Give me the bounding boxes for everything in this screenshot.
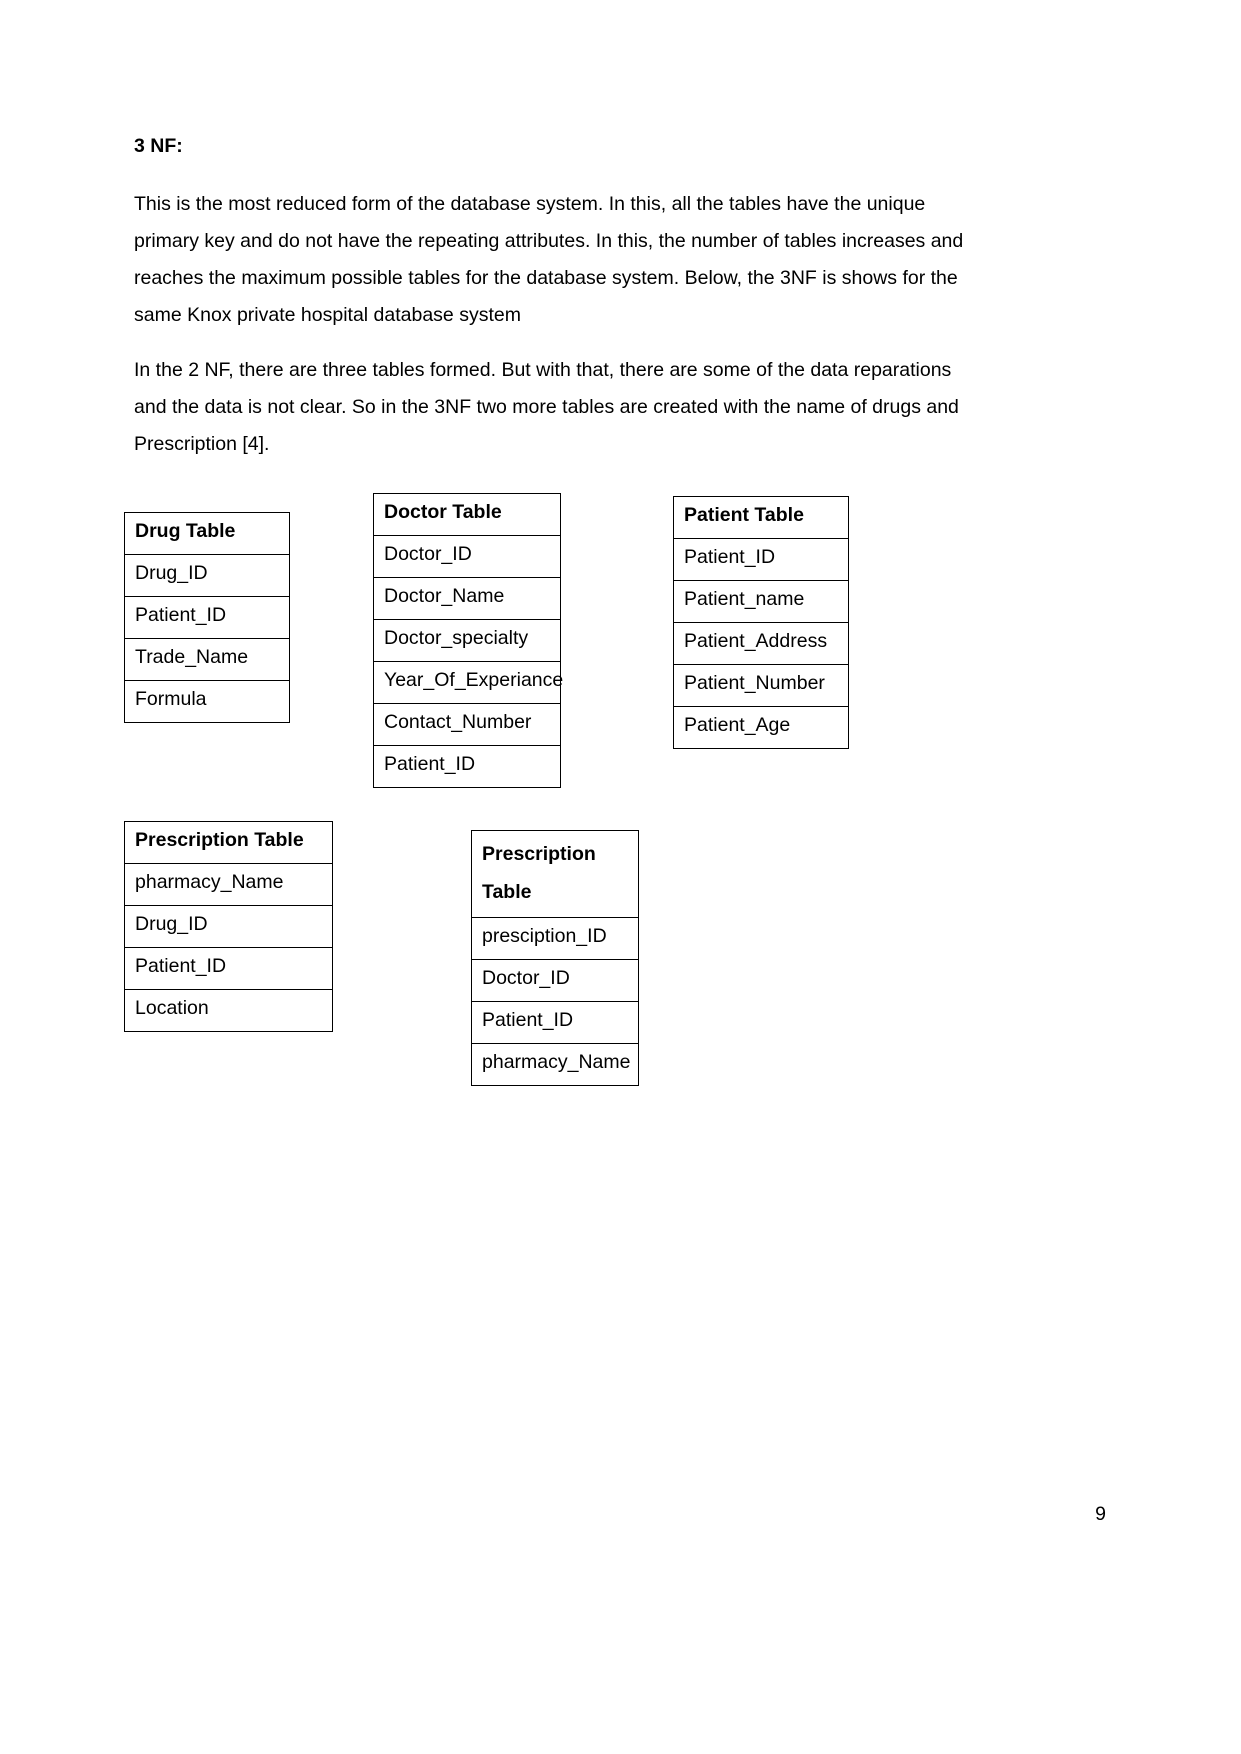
entity-title: Patient Table xyxy=(674,497,848,539)
entity-box-prescription-table-left: Prescription Table pharmacy_Name Drug_ID… xyxy=(124,821,333,1032)
entity-field: Year_Of_Experiance xyxy=(374,662,563,704)
entity-field: Patient_Age xyxy=(684,714,791,736)
entity-box-doctor-table: Doctor Table Doctor_ID Doctor_Name Docto… xyxy=(373,493,563,788)
entity-field: Location xyxy=(135,997,209,1019)
entity-field: pharmacy_Name xyxy=(482,1051,631,1073)
entity-field: presciption_ID xyxy=(472,918,638,960)
entity-field: Patient_Number xyxy=(674,665,848,707)
entity-field: Doctor_Name xyxy=(374,578,560,620)
entity-field: Contact_Number xyxy=(374,704,560,746)
entity-box-patient-table: Patient Table Patient_ID Patient_name Pa… xyxy=(673,496,849,749)
entity-box-prescription-table-right: Prescription Table presciption_ID Doctor… xyxy=(471,830,639,1086)
entity-field: Formula xyxy=(135,688,207,710)
paragraph-2: In the 2 NF, there are three tables form… xyxy=(134,359,959,456)
entity-field: Drug_ID xyxy=(125,555,289,597)
entity-field: Patient_ID xyxy=(384,753,476,775)
entity-field: Patient_name xyxy=(674,581,848,623)
page-number: 9 xyxy=(1095,1502,1106,1525)
entity-title: Drug Table xyxy=(125,513,289,555)
entity-field: Patient_ID xyxy=(125,948,332,990)
paragraph-1: This is the most reduced form of the dat… xyxy=(134,193,964,327)
entity-box-drug-table: Drug Table Drug_ID Patient_ID Trade_Name… xyxy=(124,512,290,723)
entity-title: Prescription Table xyxy=(125,822,332,864)
entity-title: Doctor Table xyxy=(374,494,560,536)
entity-field: pharmacy_Name xyxy=(125,864,332,906)
entity-field: Doctor_ID xyxy=(374,536,560,578)
entity-field: Patient_ID xyxy=(125,597,289,639)
entity-field: Patient_Address xyxy=(674,623,848,665)
entity-field: Patient_ID xyxy=(674,539,848,581)
entity-title-line-1: Prescription xyxy=(482,843,596,865)
document-page: 3 NF: This is the most reduced form of t… xyxy=(0,0,1241,1754)
entity-field: Trade_Name xyxy=(125,639,289,681)
entity-field: Drug_ID xyxy=(125,906,332,948)
entity-field: Doctor_ID xyxy=(472,960,638,1002)
page-title: 3 NF: xyxy=(134,135,183,157)
entity-title-line-2: Table xyxy=(482,881,532,903)
entity-title: Prescription Table xyxy=(472,831,638,918)
document-body: 3 NF: This is the most reduced form of t… xyxy=(134,0,974,463)
entity-field: Patient_ID xyxy=(472,1002,638,1044)
entity-field: Doctor_specialty xyxy=(374,620,560,662)
